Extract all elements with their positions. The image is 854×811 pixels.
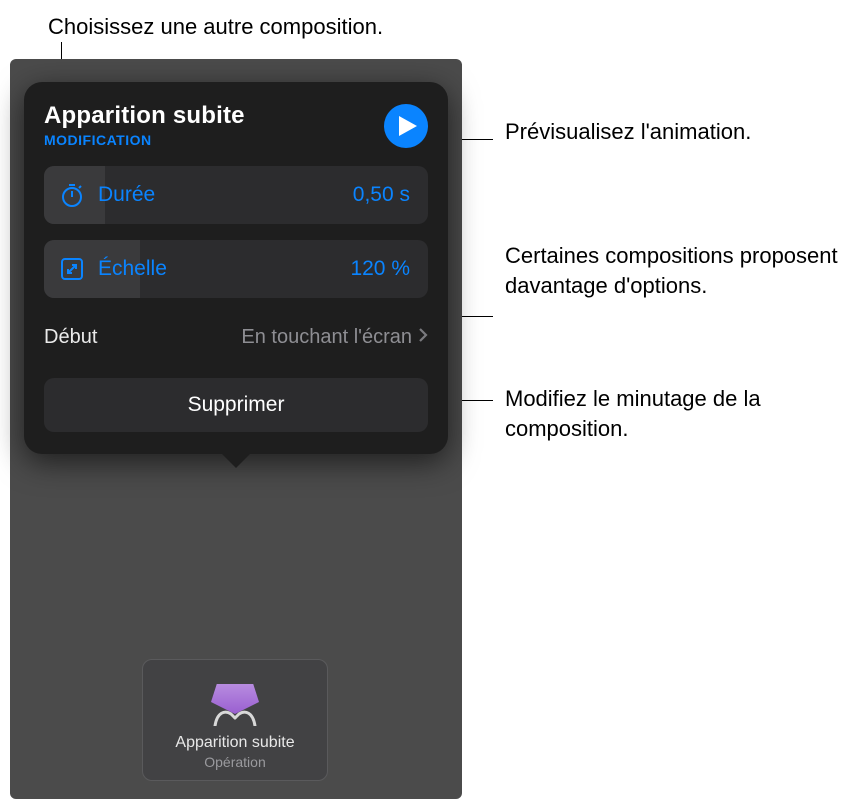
- scale-row[interactable]: Échelle 120 %: [44, 240, 428, 298]
- animation-thumbnail[interactable]: Apparition subite Opération: [142, 659, 328, 781]
- thumb-icon: [207, 684, 263, 726]
- animation-title: Apparition subite: [44, 102, 245, 130]
- callout-preview: Prévisualisez l'animation.: [505, 117, 751, 147]
- chevron-right-icon: [418, 327, 428, 348]
- animation-popover: Apparition subite MODIFICATION Durée: [24, 82, 448, 454]
- callout-options: Certaines compositions proposent davanta…: [505, 241, 854, 300]
- duration-row[interactable]: Durée 0,50 s: [44, 166, 428, 224]
- play-icon: [399, 116, 417, 136]
- duration-label: Durée: [98, 183, 155, 207]
- start-value: En touchant l'écran: [241, 326, 412, 349]
- editor-stage: Apparition subite MODIFICATION Durée: [10, 59, 462, 799]
- duration-value: 0,50 s: [353, 183, 428, 207]
- modification-link[interactable]: MODIFICATION: [44, 132, 245, 148]
- start-row[interactable]: Début En touchant l'écran: [44, 314, 428, 360]
- callout-timing: Modifiez le minutage de la composition.: [505, 384, 854, 443]
- callout-choose-composition: Choisissez une autre composition.: [48, 12, 383, 42]
- scale-icon: [58, 255, 86, 283]
- scale-label: Échelle: [98, 257, 167, 281]
- start-label: Début: [44, 326, 97, 349]
- preview-play-button[interactable]: [384, 104, 428, 148]
- thumb-subtitle: Opération: [204, 754, 265, 770]
- timer-icon: [58, 181, 86, 209]
- header-text-group[interactable]: Apparition subite MODIFICATION: [44, 102, 245, 148]
- scale-value: 120 %: [350, 257, 428, 281]
- popover-header: Apparition subite MODIFICATION: [44, 102, 428, 148]
- thumb-title: Apparition subite: [175, 734, 294, 752]
- delete-button[interactable]: Supprimer: [44, 378, 428, 432]
